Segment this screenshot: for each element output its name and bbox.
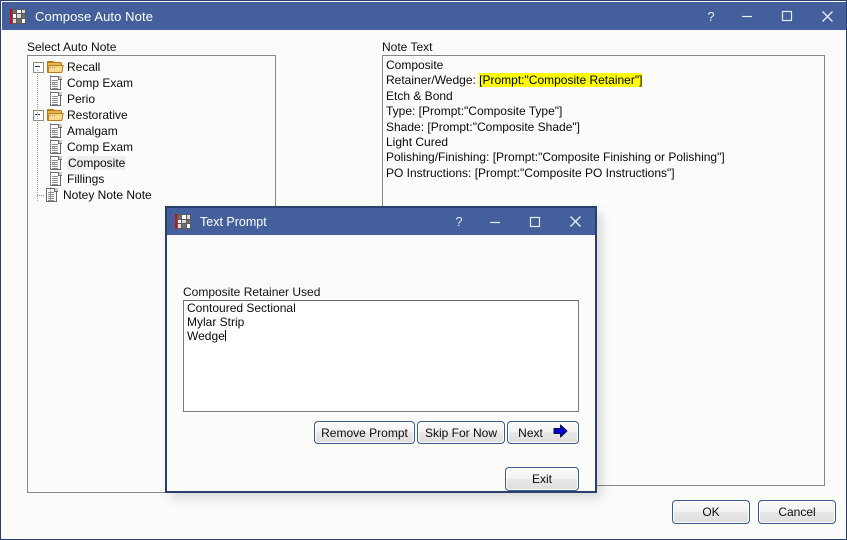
document-icon bbox=[50, 92, 62, 106]
tree-guide-line bbox=[50, 67, 56, 68]
minimize-icon[interactable] bbox=[727, 2, 767, 30]
prompt-option-line: Mylar Strip bbox=[187, 314, 245, 329]
tree-item-restorative[interactable]: Restorative bbox=[28, 107, 275, 123]
tree-guide-line bbox=[37, 195, 45, 196]
tree-item-comp-exam[interactable]: Comp Exam bbox=[28, 139, 275, 155]
main-titlebar: Compose Auto Note ? bbox=[2, 2, 846, 30]
maximize-icon[interactable] bbox=[767, 2, 807, 30]
note-text-segment: Retainer/Wedge: bbox=[386, 73, 480, 88]
tree-item-label: Composite bbox=[67, 156, 127, 170]
right-arrow-icon bbox=[553, 424, 568, 441]
prompt-option-line: Wedge bbox=[187, 328, 226, 343]
note-text-line: Type: [Prompt:"Composite Type"] bbox=[386, 104, 563, 119]
note-text-line: Polishing/Finishing: [Prompt:"Composite … bbox=[386, 150, 725, 165]
note-text-line: Etch & Bond bbox=[386, 88, 453, 103]
next-button[interactable]: Next bbox=[507, 421, 579, 444]
tree-guide-line bbox=[50, 131, 56, 132]
tree-guide-line bbox=[50, 83, 56, 84]
select-auto-note-label: Select Auto Note bbox=[27, 40, 117, 54]
close-icon[interactable] bbox=[807, 2, 846, 30]
window-title: Compose Auto Note bbox=[35, 8, 154, 24]
tree-item-recall[interactable]: Recall bbox=[28, 59, 275, 75]
tree-item-label: Restorative bbox=[67, 108, 128, 122]
text-prompt-dialog: Text Prompt ? Composite Retainer Used Co… bbox=[165, 206, 597, 493]
prompt-option-line: Contoured Sectional bbox=[187, 301, 296, 315]
dialog-minimize-icon[interactable] bbox=[475, 208, 515, 236]
remove-prompt-button[interactable]: Remove Prompt bbox=[314, 421, 415, 444]
tree-guide-line bbox=[50, 115, 56, 116]
cancel-button[interactable]: Cancel bbox=[758, 500, 836, 524]
tree-item-composite[interactable]: Composite bbox=[28, 155, 275, 171]
help-button[interactable]: ? bbox=[695, 2, 727, 30]
tree-item-label: Notey Note Note bbox=[63, 188, 152, 202]
tree-guide-line bbox=[50, 163, 56, 164]
tree-item-label: Fillings bbox=[67, 172, 105, 186]
document-icon bbox=[46, 188, 58, 202]
dialog-help-button[interactable]: ? bbox=[443, 208, 475, 236]
dialog-titlebar: Text Prompt ? bbox=[167, 208, 595, 235]
tree-item-label: Amalgam bbox=[67, 124, 118, 138]
note-text-line: Retainer/Wedge: [Prompt:"Composite Retai… bbox=[386, 73, 821, 88]
tree-guide-line bbox=[50, 123, 51, 201]
exit-button[interactable]: Exit bbox=[505, 467, 579, 491]
app-grid-icon bbox=[10, 8, 26, 24]
prompt-label: Composite Retainer Used bbox=[183, 285, 321, 299]
dialog-window-controls: ? bbox=[443, 208, 595, 236]
note-text-highlight: [Prompt:"Composite Retainer"] bbox=[479, 73, 643, 88]
dialog-client-area: Composite Retainer Used Contoured Sectio… bbox=[167, 235, 595, 491]
dialog-app-grid-icon bbox=[175, 214, 191, 229]
tree-expander-collapse-icon[interactable] bbox=[33, 61, 44, 73]
tree-item-notey-note-note[interactable]: Notey Note Note bbox=[28, 187, 275, 203]
window-controls: ? bbox=[695, 2, 846, 30]
dialog-close-icon[interactable] bbox=[555, 208, 595, 236]
tree-item-perio[interactable]: Perio bbox=[28, 91, 275, 107]
tree-guide-line bbox=[37, 70, 38, 201]
tree-item-label: Perio bbox=[67, 92, 96, 106]
tree-item-fillings[interactable]: Fillings bbox=[28, 171, 275, 187]
note-text-line: Light Cured bbox=[386, 135, 449, 150]
tree-item-label: Comp Exam bbox=[67, 76, 134, 90]
tree-guide-line bbox=[50, 75, 51, 105]
note-text-line: Shade: [Prompt:"Composite Shade"] bbox=[386, 119, 580, 134]
dialog-maximize-icon[interactable] bbox=[515, 208, 555, 236]
prompt-textarea[interactable]: Contoured Sectional Mylar Strip Wedge bbox=[183, 300, 579, 412]
note-text-label: Note Text bbox=[382, 40, 433, 54]
tree-item-label: Recall bbox=[67, 60, 101, 74]
skip-for-now-button[interactable]: Skip For Now bbox=[417, 421, 505, 444]
tree-item-comp-exam[interactable]: Comp Exam bbox=[28, 75, 275, 91]
next-button-label: Next bbox=[518, 425, 543, 440]
note-text-line: PO Instructions: [Prompt:"Composite PO I… bbox=[386, 165, 675, 180]
tree-item-label: Comp Exam bbox=[67, 140, 134, 154]
document-icon bbox=[50, 172, 62, 186]
tree-item-amalgam[interactable]: Amalgam bbox=[28, 123, 275, 139]
tree-expander-collapse-icon[interactable] bbox=[33, 109, 44, 121]
note-text-line: Composite bbox=[386, 58, 444, 72]
text-caret bbox=[224, 329, 226, 341]
dialog-title: Text Prompt bbox=[200, 214, 267, 229]
ok-button[interactable]: OK bbox=[672, 500, 750, 524]
tree-guide-line bbox=[50, 147, 56, 148]
